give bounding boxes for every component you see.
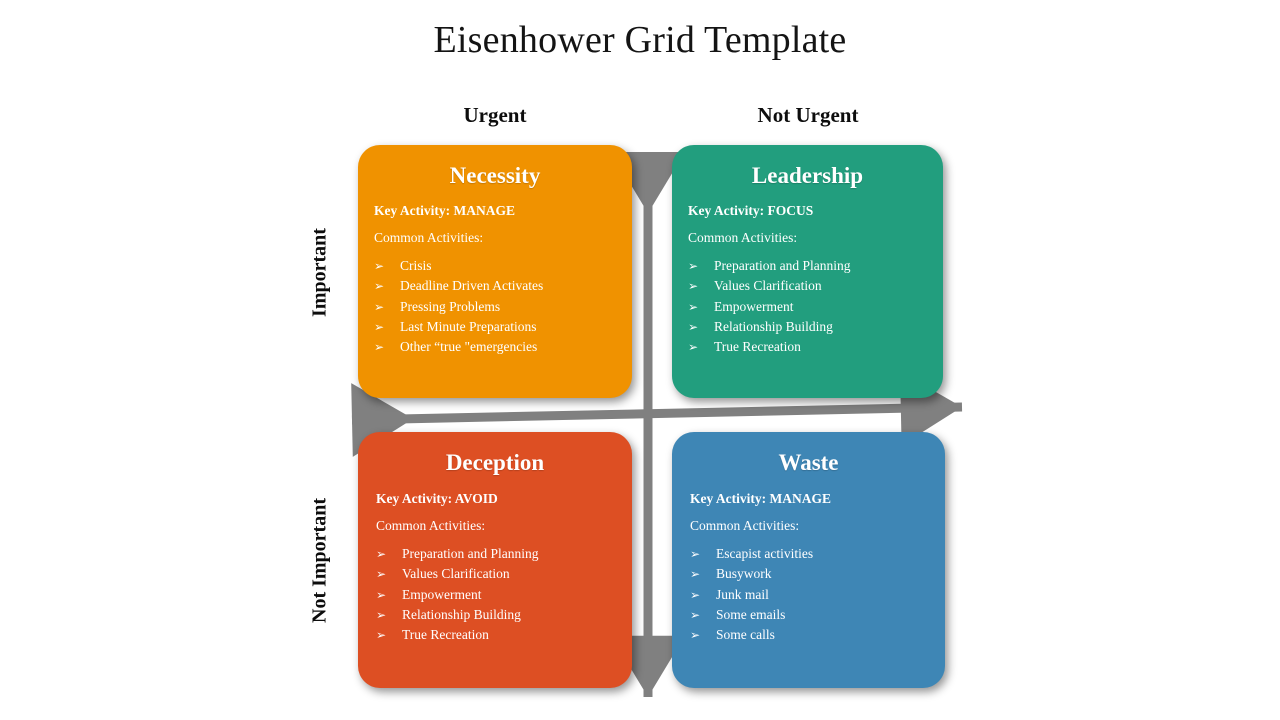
activity-list-leadership: ➢ Preparation and Planning ➢ Values Clar… bbox=[688, 256, 933, 357]
list-item: ➢ Empowerment bbox=[376, 585, 622, 605]
list-item: ➢ Deadline Driven Activates bbox=[374, 276, 622, 296]
list-item: ➢ Preparation and Planning bbox=[688, 256, 933, 276]
activity-list-deception: ➢ Preparation and Planning ➢ Values Clar… bbox=[376, 544, 622, 645]
arrow-bullet-icon: ➢ bbox=[690, 628, 701, 643]
list-item: ➢ Values Clarification bbox=[376, 564, 622, 584]
arrow-bullet-icon: ➢ bbox=[374, 299, 385, 314]
activity-text: True Recreation bbox=[714, 339, 801, 355]
arrow-bullet-icon: ➢ bbox=[690, 587, 701, 602]
activity-text: Deadline Driven Activates bbox=[400, 278, 544, 294]
quadrant-deception[interactable]: Deception Key Activity: AVOID Common Act… bbox=[358, 432, 632, 688]
activity-text: Last Minute Preparations bbox=[400, 318, 537, 334]
list-item: ➢ Relationship Building bbox=[688, 317, 933, 337]
row-label-important: Important bbox=[308, 228, 331, 317]
activity-text: Escapist activities bbox=[716, 546, 814, 561]
arrow-bullet-icon: ➢ bbox=[688, 340, 699, 355]
activity-text: Preparation and Planning bbox=[402, 546, 539, 561]
arrow-bullet-icon: ➢ bbox=[690, 547, 701, 561]
eisenhower-grid-slide: Eisenhower Grid Template Urgent Not Urge… bbox=[0, 0, 1280, 720]
quadrant-leadership[interactable]: Leadership Key Activity: FOCUS Common Ac… bbox=[672, 145, 943, 398]
quadrant-title-deception: Deception bbox=[445, 450, 545, 475]
arrow-bullet-icon: ➢ bbox=[688, 279, 699, 294]
arrow-bullet-icon: ➢ bbox=[376, 587, 387, 602]
arrow-bullet-icon: ➢ bbox=[374, 279, 385, 294]
quadrant-body-waste: Key Activity: MANAGE Common Activities: … bbox=[672, 476, 945, 645]
activity-text: Other “true "emergencies bbox=[400, 339, 538, 355]
activity-text: Junk mail bbox=[716, 586, 769, 602]
list-item: ➢ Preparation and Planning bbox=[376, 544, 622, 564]
common-activities-label-deception: Common Activities: bbox=[376, 518, 486, 533]
list-item: ➢ Crisis bbox=[374, 256, 622, 276]
activity-text: Relationship Building bbox=[714, 318, 833, 334]
list-item: ➢ Values Clarification bbox=[688, 276, 933, 296]
activity-text: Pressing Problems bbox=[400, 298, 501, 314]
list-item: ➢ Some emails bbox=[690, 605, 935, 625]
quadrant-necessity[interactable]: Necessity Key Activity: MANAGE Common Ac… bbox=[358, 145, 632, 398]
activity-text: Some emails bbox=[716, 606, 786, 622]
key-activity-waste: Key Activity: MANAGE bbox=[690, 491, 831, 506]
list-item: ➢ True Recreation bbox=[376, 625, 622, 645]
quadrant-body-necessity: Key Activity: MANAGE Common Activities: … bbox=[358, 189, 632, 357]
activity-list-necessity: ➢ Crisis ➢ Deadline Driven Activates ➢ P… bbox=[374, 256, 622, 357]
list-item: ➢ Relationship Building bbox=[376, 605, 622, 625]
list-item: ➢ Pressing Problems bbox=[374, 297, 622, 317]
arrow-bullet-icon: ➢ bbox=[376, 607, 387, 622]
list-item: ➢ Junk mail bbox=[690, 585, 935, 605]
key-activity-leadership: Key Activity: FOCUS bbox=[688, 203, 814, 218]
list-item: ➢ Last Minute Preparations bbox=[374, 317, 622, 337]
activity-text: Preparation and Planning bbox=[714, 258, 851, 273]
quadrant-body-leadership: Key Activity: FOCUS Common Activities: ➢… bbox=[672, 189, 943, 357]
activity-text: True Recreation bbox=[402, 627, 489, 643]
quadrant-waste[interactable]: Waste Key Activity: MANAGE Common Activi… bbox=[672, 432, 945, 688]
key-activity-deception: Key Activity: AVOID bbox=[376, 491, 498, 506]
activity-text: Empowerment bbox=[714, 298, 794, 314]
activity-text: Some calls bbox=[716, 627, 775, 643]
activity-text: Crisis bbox=[400, 258, 432, 273]
horizontal-axis-arrow bbox=[351, 371, 963, 457]
activity-text: Busywork bbox=[716, 566, 772, 582]
common-activities-label-leadership: Common Activities: bbox=[688, 230, 798, 245]
activity-text: Values Clarification bbox=[714, 278, 822, 294]
arrow-bullet-icon: ➢ bbox=[688, 299, 699, 314]
quadrant-body-deception: Key Activity: AVOID Common Activities: ➢… bbox=[358, 476, 632, 645]
arrow-bullet-icon: ➢ bbox=[688, 319, 699, 334]
axis-arrows bbox=[351, 151, 963, 698]
arrow-bullet-icon: ➢ bbox=[374, 259, 385, 273]
list-item: ➢ Busywork bbox=[690, 564, 935, 584]
activity-list-waste: ➢ Escapist activities ➢ Busywork ➢ Junk … bbox=[690, 544, 935, 645]
list-item: ➢ Empowerment bbox=[688, 297, 933, 317]
activity-text: Relationship Building bbox=[402, 606, 521, 622]
quadrant-title-waste: Waste bbox=[778, 450, 839, 475]
quadrant-title-necessity: Necessity bbox=[449, 163, 541, 188]
list-item: ➢ Escapist activities bbox=[690, 544, 935, 564]
common-activities-label-waste: Common Activities: bbox=[690, 518, 800, 533]
list-item: ➢ Other “true "emergencies bbox=[374, 337, 622, 357]
activity-text: Empowerment bbox=[402, 586, 482, 602]
arrow-bullet-icon: ➢ bbox=[374, 319, 385, 334]
arrow-bullet-icon: ➢ bbox=[690, 567, 701, 582]
key-activity-necessity: Key Activity: MANAGE bbox=[374, 203, 515, 218]
list-item: ➢ Some calls bbox=[690, 625, 935, 645]
quadrant-title-leadership: Leadership bbox=[751, 163, 864, 188]
arrow-bullet-icon: ➢ bbox=[376, 628, 387, 643]
arrow-bullet-icon: ➢ bbox=[690, 607, 701, 622]
arrow-bullet-icon: ➢ bbox=[376, 547, 387, 561]
column-label-urgent: Urgent bbox=[463, 103, 527, 127]
arrow-bullet-icon: ➢ bbox=[376, 567, 387, 582]
column-label-not-urgent: Not Urgent bbox=[757, 103, 859, 127]
activity-text: Values Clarification bbox=[402, 566, 510, 582]
common-activities-label-necessity: Common Activities: bbox=[374, 230, 484, 245]
list-item: ➢ True Recreation bbox=[688, 337, 933, 357]
row-label-not-important: Not Important bbox=[308, 498, 331, 623]
arrow-bullet-icon: ➢ bbox=[688, 259, 699, 273]
arrow-bullet-icon: ➢ bbox=[374, 340, 385, 355]
page-title: Eisenhower Grid Template bbox=[433, 19, 847, 61]
